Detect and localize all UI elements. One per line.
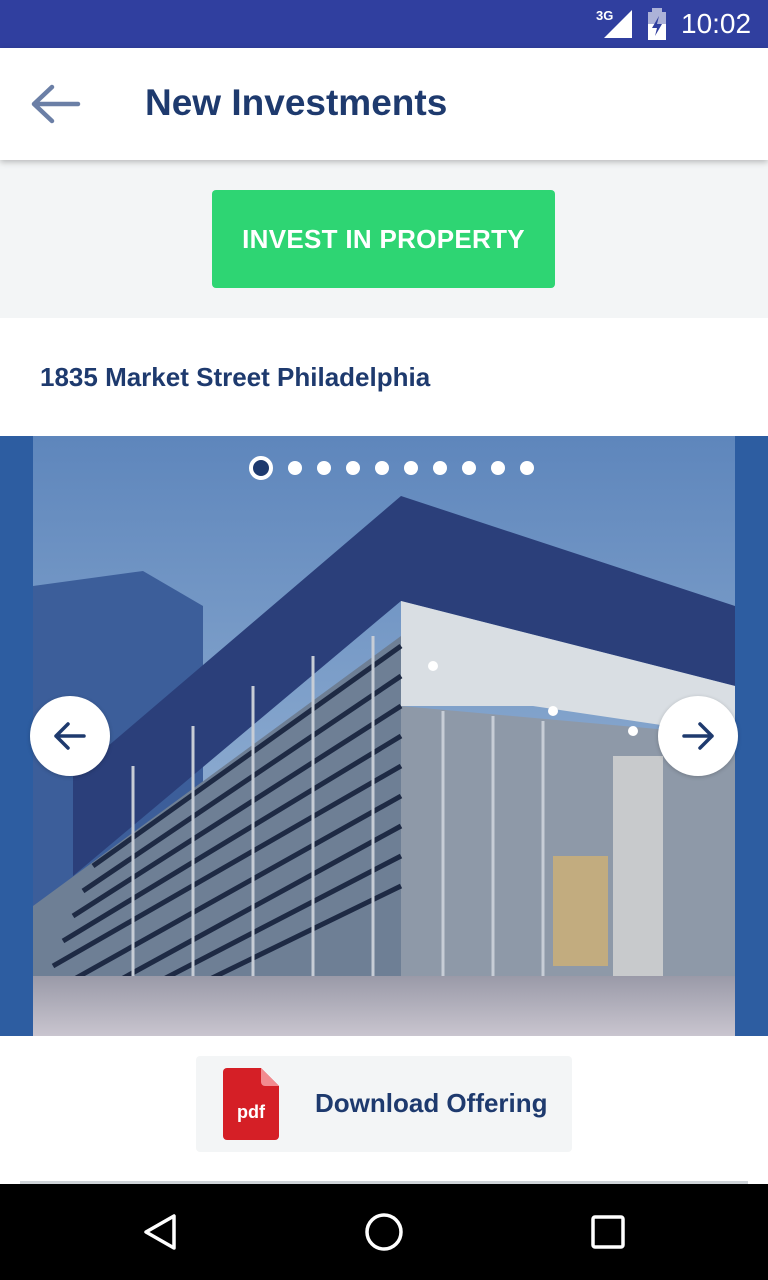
pagination-dot[interactable] — [491, 461, 505, 475]
download-label: Download Offering — [315, 1088, 548, 1118]
property-photo — [33, 436, 735, 1036]
download-offering-button[interactable]: pdf Download Offering — [196, 1056, 572, 1152]
invest-in-property-button[interactable]: INVEST IN PROPERTY — [212, 190, 555, 288]
pagination-dot[interactable] — [462, 461, 476, 475]
arrow-left-icon — [54, 722, 86, 750]
system-navigation-bar — [0, 1184, 768, 1280]
pdf-icon-text: pdf — [237, 1102, 266, 1122]
nav-home-button[interactable] — [354, 1204, 414, 1260]
status-bar: 3G 10:02 — [0, 0, 768, 48]
pagination-dot[interactable] — [433, 461, 447, 475]
pagination-dot[interactable] — [288, 461, 302, 475]
pagination-dot[interactable] — [375, 461, 389, 475]
triangle-back-icon — [144, 1214, 176, 1250]
pagination-dot[interactable] — [404, 461, 418, 475]
page-title: New Investments — [145, 82, 448, 123]
clock: 10:02 — [681, 8, 752, 39]
invest-section: INVEST IN PROPERTY — [0, 160, 768, 318]
network-type: 3G — [596, 8, 614, 23]
pagination-dot-active[interactable] — [249, 456, 273, 480]
property-address: 1835 Market Street Philadelphia — [40, 362, 431, 392]
pdf-file-icon: pdf — [223, 1068, 279, 1140]
pagination-dot[interactable] — [317, 461, 331, 475]
pagination-dot[interactable] — [520, 461, 534, 475]
app-bar: New Investments — [0, 48, 768, 160]
back-button[interactable] — [24, 76, 88, 132]
carousel-prev-button[interactable] — [30, 696, 110, 776]
circle-home-icon — [365, 1213, 403, 1251]
carousel-pagination — [0, 456, 768, 480]
arrow-right-icon — [682, 722, 714, 750]
nav-back-button[interactable] — [130, 1204, 190, 1260]
square-recents-icon — [591, 1215, 625, 1249]
nav-recents-button[interactable] — [578, 1204, 638, 1260]
carousel-next-button[interactable] — [658, 696, 738, 776]
battery-charging-icon — [648, 8, 666, 40]
pagination-dot[interactable] — [346, 461, 360, 475]
image-carousel[interactable] — [0, 436, 768, 1036]
arrow-left-icon — [31, 84, 81, 124]
